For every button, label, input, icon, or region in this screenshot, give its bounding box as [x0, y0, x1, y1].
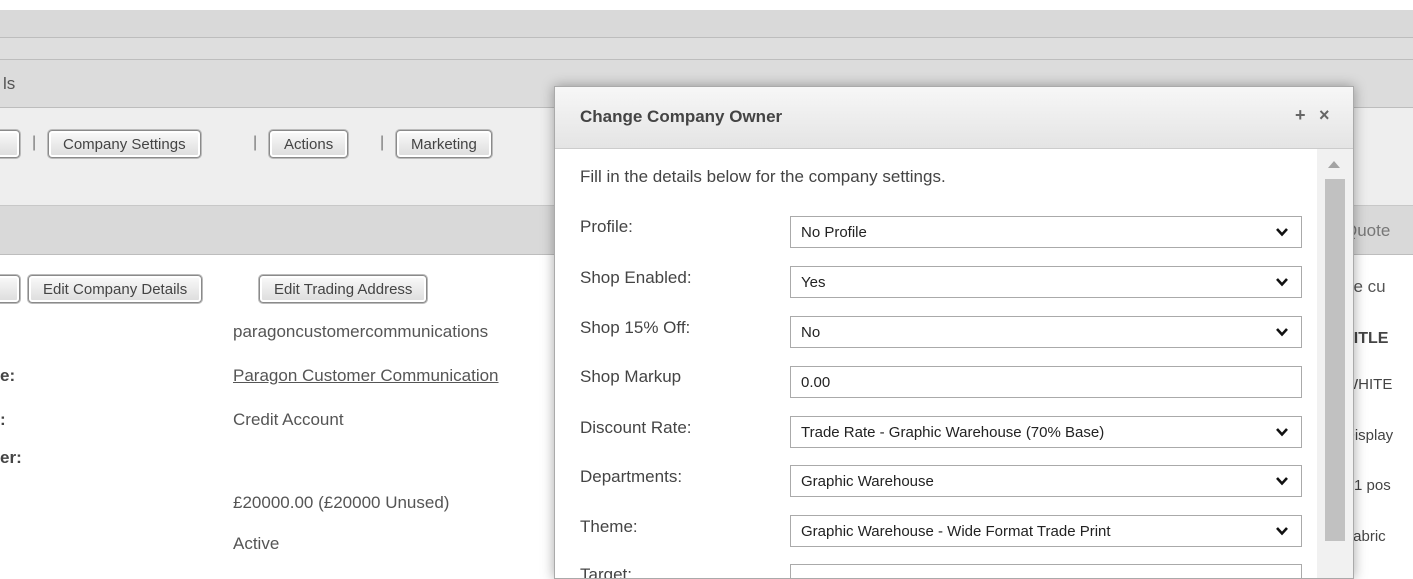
edit-trading-address-button[interactable]: Edit Trading Address: [259, 275, 428, 303]
chevron-down-icon: [1276, 328, 1288, 337]
dialog-title: Change Company Owner: [580, 107, 783, 126]
profile-select-value: No Profile: [801, 223, 867, 241]
change-company-owner-dialog: Change Company Owner + × Fill in the det…: [554, 86, 1354, 579]
scroll-thumb[interactable]: [1325, 179, 1345, 541]
company-username: paragoncustomercommunications: [233, 322, 489, 341]
top-strip: [0, 0, 1413, 10]
discount-rate-select[interactable]: Trade Rate - Graphic Warehouse (70% Base…: [790, 416, 1302, 448]
departments-select-value: Graphic Warehouse: [801, 472, 934, 490]
profile-select[interactable]: No Profile: [790, 216, 1302, 248]
marketing-button[interactable]: Marketing: [396, 130, 492, 158]
theme-label: Theme:: [580, 517, 638, 536]
edit-company-details-button[interactable]: Edit Company Details: [28, 275, 203, 303]
theme-select[interactable]: Graphic Warehouse - Wide Format Trade Pr…: [790, 515, 1302, 547]
discount-rate-label: Discount Rate:: [580, 418, 692, 437]
departments-select[interactable]: Graphic Warehouse: [790, 465, 1302, 497]
section-title: ls: [3, 74, 16, 93]
plus-icon[interactable]: +: [1295, 105, 1306, 126]
profile-label: Profile:: [580, 217, 633, 236]
shop-enabled-select[interactable]: Yes: [790, 266, 1302, 298]
shop-markup-input-value: 0.00: [801, 373, 831, 391]
dialog-scrollbar[interactable]: [1317, 149, 1353, 578]
chevron-down-icon: [1276, 278, 1288, 287]
detail-label: :: [0, 410, 6, 429]
quote-subheader: he cu: [1344, 277, 1386, 296]
toolbar-separator: |: [32, 134, 37, 151]
actions-button[interactable]: Actions: [269, 130, 349, 158]
chevron-down-icon: [1276, 477, 1288, 486]
shop-markup-input[interactable]: 0.00: [790, 366, 1302, 398]
nav-band: [0, 38, 1413, 60]
target-label: Target:: [580, 565, 632, 579]
toolbar-separator: |: [253, 134, 258, 151]
chevron-down-icon: [1276, 228, 1288, 237]
dialog-body: Fill in the details below for the compan…: [555, 149, 1319, 579]
shop-markup-label: Shop Markup: [580, 367, 682, 386]
company-name-link-text[interactable]: Paragon Customer Communication: [233, 366, 499, 385]
list-item: WHITE: [1344, 376, 1393, 393]
departments-label: Departments:: [580, 467, 683, 486]
header-band: [0, 10, 1413, 38]
detail-label: er:: [0, 448, 22, 467]
theme-select-value: Graphic Warehouse - Wide Format Trade Pr…: [801, 522, 1111, 540]
shop-enabled-label: Shop Enabled:: [580, 268, 692, 287]
account-status: Active: [233, 534, 280, 553]
quote-header: Quote: [1344, 221, 1391, 240]
discount-rate-select-value: Trade Rate - Graphic Warehouse (70% Base…: [801, 423, 1105, 441]
chevron-down-icon: [1276, 428, 1288, 437]
company-name-link[interactable]: Paragon Customer Communication: [233, 366, 499, 386]
list-item: Display: [1344, 427, 1394, 444]
title-column-header: TITLE: [1344, 330, 1389, 347]
scroll-up-icon[interactable]: [1328, 161, 1340, 168]
toolbar-separator: |: [380, 134, 385, 151]
list-item: Fabric: [1344, 528, 1386, 545]
shop-enabled-select-value: Yes: [801, 273, 826, 291]
account-type: Credit Account: [233, 410, 344, 429]
shop-15-off-label: Shop 15% Off:: [580, 318, 691, 337]
credit-limit: £20000.00 (£20000 Unused): [233, 493, 450, 512]
target-input[interactable]: [790, 564, 1302, 578]
close-icon[interactable]: ×: [1319, 105, 1330, 126]
shop-15-off-select-value: No: [801, 323, 821, 341]
list-item: A1 pos: [1344, 477, 1391, 494]
dialog-intro: Fill in the details below for the compan…: [580, 167, 946, 186]
company-settings-button[interactable]: Company Settings: [48, 130, 201, 158]
chevron-down-icon: [1276, 527, 1288, 536]
toolbar-button-clipped[interactable]: [0, 130, 20, 158]
detail-label: e:: [0, 366, 16, 385]
shop-15-off-select[interactable]: No: [790, 316, 1302, 348]
subtoolbar-button-clipped[interactable]: [0, 275, 20, 303]
dialog-header[interactable]: Change Company Owner + ×: [555, 87, 1353, 149]
